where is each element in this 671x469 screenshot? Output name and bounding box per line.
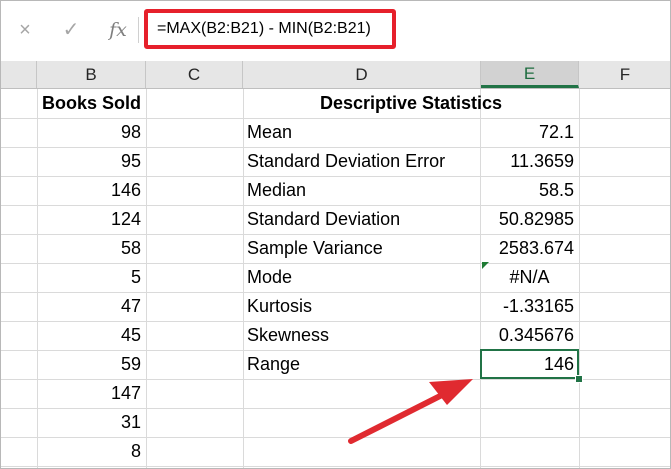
arrow-shaft [348,390,449,444]
annotation-arrow [348,379,473,444]
spreadsheet-window: × ✓ fx =MAX(B2:B21) - MIN(B2:B21) B C D … [0,0,671,469]
